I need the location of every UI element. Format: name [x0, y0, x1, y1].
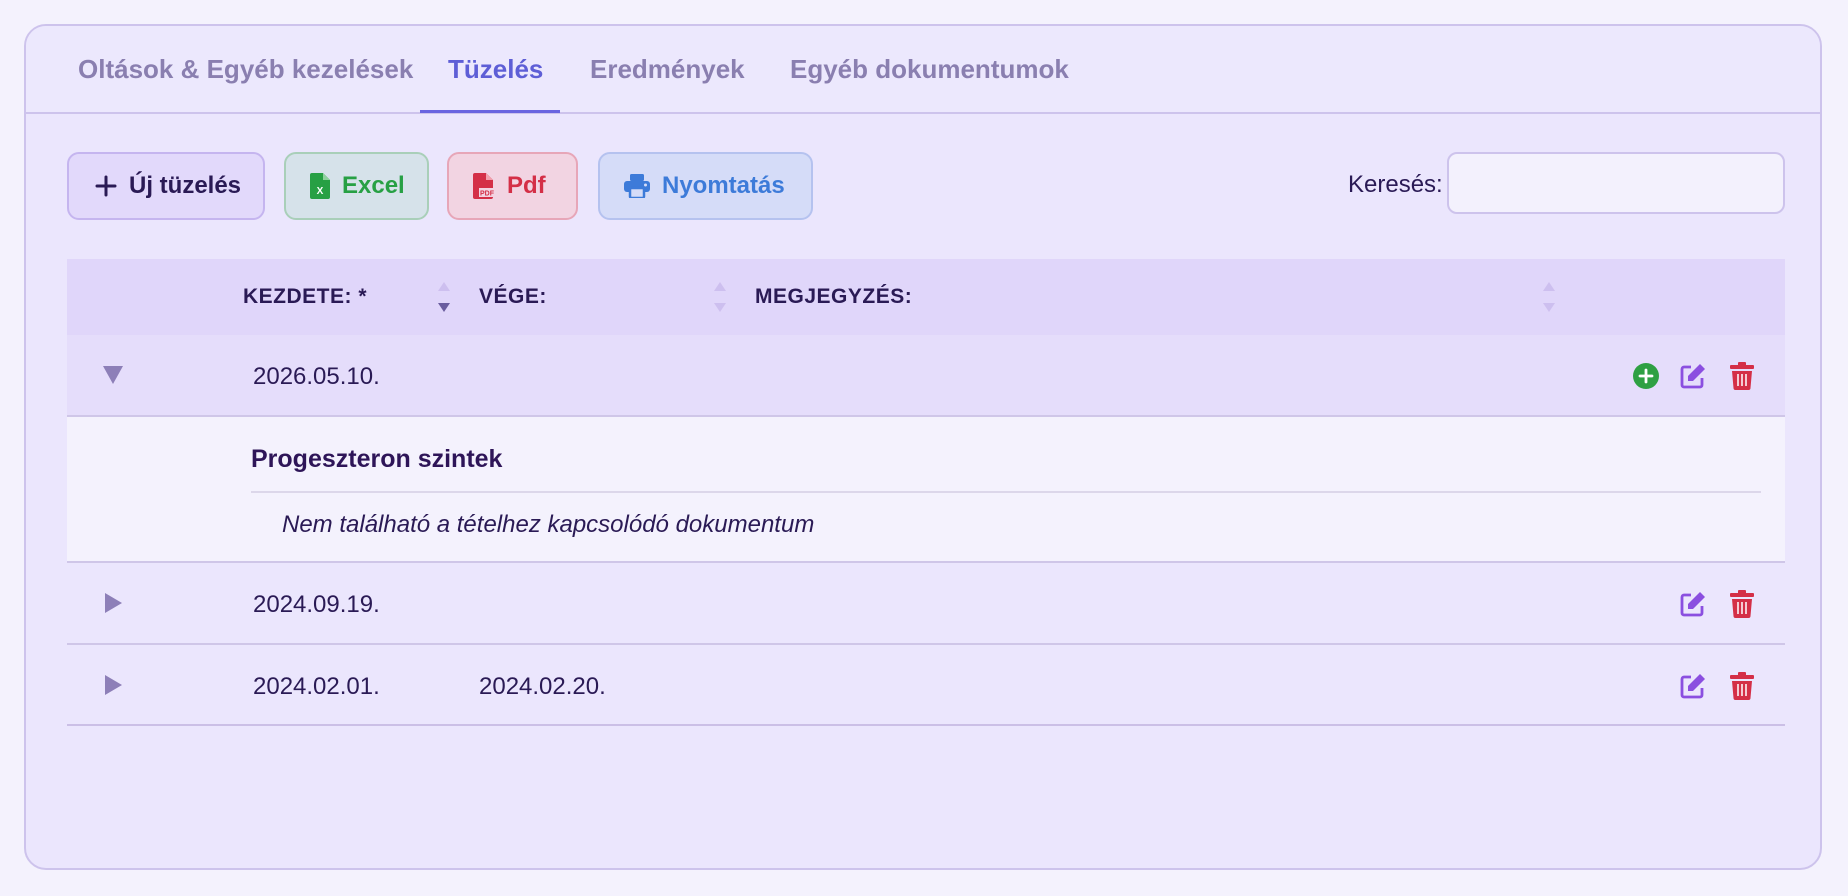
detail-divider: [251, 491, 1761, 493]
row-start-date: 2024.02.01.: [253, 673, 380, 700]
trash-icon[interactable]: [1727, 589, 1757, 619]
trash-icon[interactable]: [1727, 361, 1757, 391]
search-label: Keresés:: [1348, 171, 1443, 198]
edit-icon[interactable]: [1678, 589, 1708, 619]
plus-circle-icon[interactable]: [1631, 361, 1661, 391]
detail-empty-message: Nem található a tételhez kapcsolódó doku…: [282, 511, 815, 538]
tab-heat[interactable]: Tüzelés: [448, 54, 543, 85]
tab-other-documents[interactable]: Egyéb dokumentumok: [790, 54, 1069, 85]
excel-file-icon: X: [310, 173, 330, 199]
edit-icon[interactable]: [1678, 671, 1708, 701]
caret-down-icon[interactable]: [99, 361, 127, 389]
sort-icon[interactable]: [1541, 280, 1557, 314]
row-start-date: 2024.09.19.: [253, 591, 380, 618]
excel-export-label: Excel: [342, 172, 405, 199]
excel-export-button[interactable]: X Excel: [284, 152, 429, 220]
trash-icon[interactable]: [1727, 671, 1757, 701]
pdf-export-label: Pdf: [507, 172, 546, 199]
tab-vaccinations[interactable]: Oltások & Egyéb kezelések: [78, 54, 413, 85]
tab-results[interactable]: Eredmények: [590, 54, 745, 85]
plus-icon: [95, 175, 117, 197]
search-input[interactable]: [1447, 152, 1785, 214]
table-row: 2024.09.19.: [67, 563, 1785, 645]
pdf-export-button[interactable]: PDF Pdf: [447, 152, 578, 220]
caret-right-icon[interactable]: [99, 671, 127, 699]
row-start-date: 2026.05.10.: [253, 363, 380, 390]
sort-icon[interactable]: [436, 280, 452, 314]
column-header-start[interactable]: KEZDETE: *: [243, 285, 367, 309]
row-end-date: 2024.02.20.: [479, 673, 606, 700]
tab-bar: Oltások & Egyéb kezelések Tüzelés Eredmé…: [26, 26, 1820, 114]
pdf-file-icon: PDF: [473, 173, 495, 199]
new-heat-button[interactable]: Új tüzelés: [67, 152, 265, 220]
main-card: Oltások & Egyéb kezelések Tüzelés Eredmé…: [24, 24, 1822, 870]
caret-right-icon[interactable]: [99, 589, 127, 617]
column-header-note[interactable]: MEGJEGYZÉS:: [755, 285, 912, 309]
column-header-end[interactable]: VÉGE:: [479, 285, 547, 309]
sort-icon[interactable]: [712, 280, 728, 314]
row-detail-panel: Progeszteron szintek Nem található a tét…: [67, 417, 1785, 563]
svg-text:X: X: [317, 186, 324, 197]
active-tab-indicator: [420, 110, 560, 113]
table-header: KEZDETE: * VÉGE: MEGJEGYZÉS:: [67, 259, 1785, 337]
detail-title: Progeszteron szintek: [251, 445, 503, 473]
table-row: 2026.05.10.: [67, 335, 1785, 417]
svg-text:PDF: PDF: [480, 191, 495, 198]
print-label: Nyomtatás: [662, 172, 785, 199]
print-button[interactable]: Nyomtatás: [598, 152, 813, 220]
printer-icon: [624, 174, 650, 198]
new-heat-label: Új tüzelés: [129, 172, 242, 199]
edit-icon[interactable]: [1678, 361, 1708, 391]
table-row: 2024.02.01. 2024.02.20.: [67, 645, 1785, 726]
